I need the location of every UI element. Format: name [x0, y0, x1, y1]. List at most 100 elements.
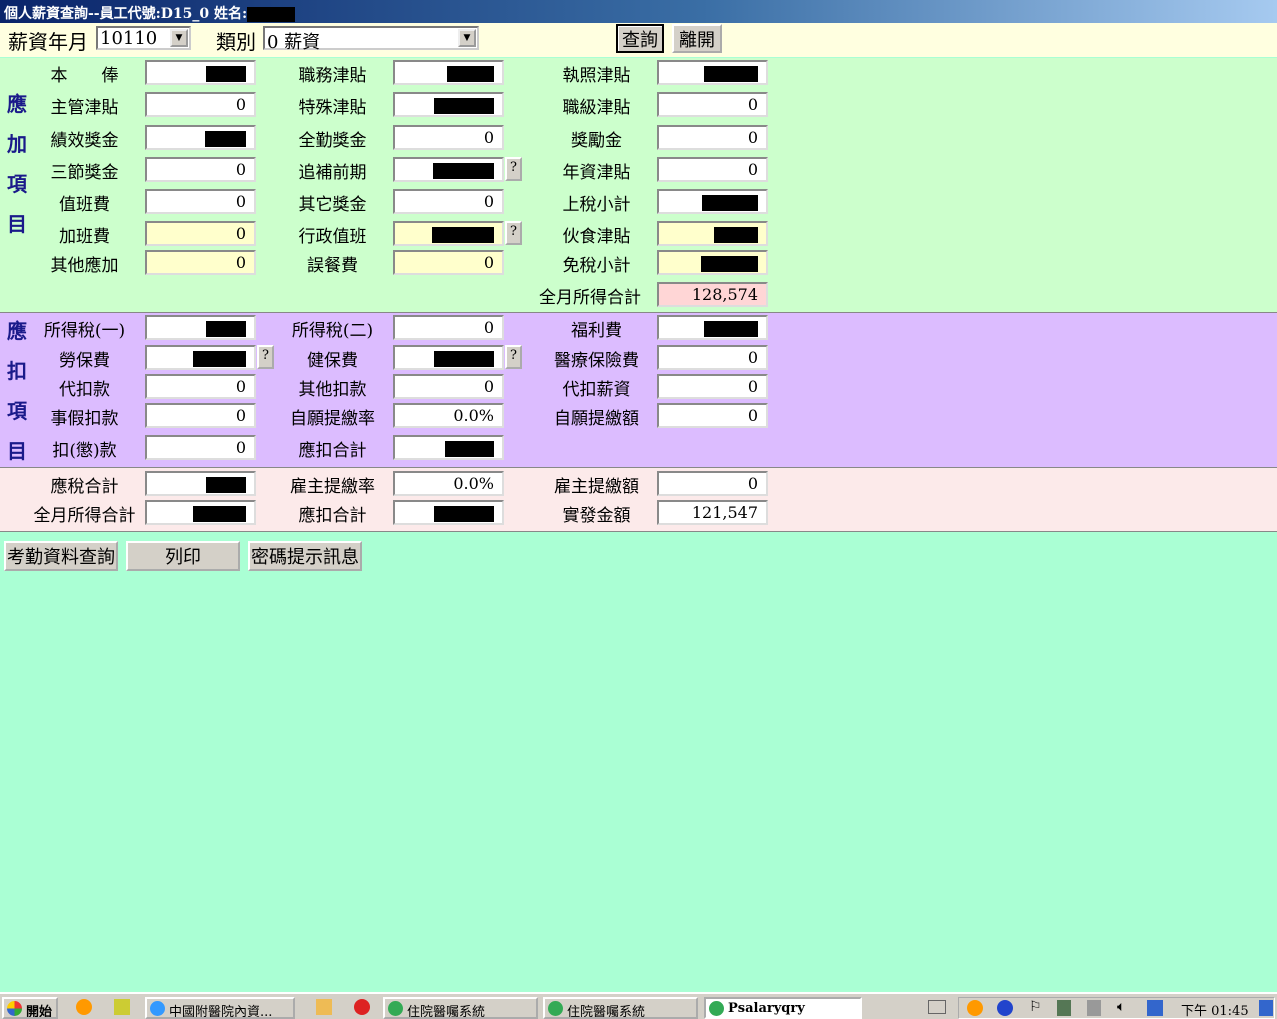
period-label: 薪資年月	[8, 30, 88, 54]
summary-field[interactable]	[393, 500, 504, 525]
earnings-field[interactable]: 0	[657, 125, 768, 150]
field-label: 獎勵金	[571, 131, 622, 151]
earnings-field[interactable]: 0	[657, 157, 768, 182]
field-label: 雇主提繳額	[554, 477, 639, 497]
field-value: 0	[483, 192, 494, 211]
deductions-field[interactable]	[145, 315, 256, 340]
deductions-field[interactable]: 0	[145, 403, 256, 428]
earnings-field[interactable]: 128,574	[657, 282, 768, 307]
earnings-field[interactable]	[393, 60, 504, 85]
deductions-field[interactable]: 0	[145, 435, 256, 460]
query-button[interactable]: 查詢	[616, 24, 664, 53]
task-label: 住院醫囑系統	[567, 1005, 646, 1019]
start-button[interactable]: 開始	[2, 997, 58, 1019]
taskbar: 開始 中國附醫院內資... 住院醫囑系統 住院醫囑系統 Psalaryqry ⚐…	[0, 992, 1277, 1019]
earnings-field[interactable]: 0	[393, 189, 504, 214]
password-hint-button[interactable]: 密碼提示訊息	[248, 541, 362, 571]
keyboard-icon[interactable]	[928, 1000, 946, 1014]
network-icon[interactable]	[1087, 1000, 1101, 1016]
ie-icon	[150, 1001, 165, 1016]
field-value: 0	[747, 160, 758, 179]
deductions-field[interactable]: 0	[393, 374, 504, 399]
deductions-field[interactable]: 0	[393, 315, 504, 340]
device-icon[interactable]	[1057, 1000, 1071, 1016]
help-button[interactable]: ?	[505, 221, 522, 245]
earnings-field[interactable]: 0	[145, 92, 256, 117]
deductions-field[interactable]: 0	[657, 403, 768, 428]
earnings-field[interactable]: 0	[145, 221, 256, 246]
help-button[interactable]: ?	[505, 345, 522, 369]
earnings-field[interactable]: 0	[145, 250, 256, 275]
network-monitor-icon[interactable]	[997, 1000, 1013, 1016]
summary-field[interactable]: 121,547	[657, 500, 768, 525]
messenger-tray-icon[interactable]	[967, 1000, 983, 1016]
field-label: 福利費	[571, 321, 622, 341]
earnings-field[interactable]: 0	[393, 125, 504, 150]
earnings-field[interactable]	[393, 92, 504, 117]
deductions-field[interactable]: 0	[657, 374, 768, 399]
earnings-field[interactable]	[657, 189, 768, 214]
earnings-field[interactable]	[657, 221, 768, 246]
field-value: 0	[747, 95, 758, 114]
field-value: 0	[235, 377, 246, 396]
earnings-field[interactable]: 0	[393, 250, 504, 275]
deductions-field[interactable]: 0	[657, 345, 768, 370]
heart-icon[interactable]	[354, 999, 370, 1015]
print-button[interactable]: 列印	[126, 541, 240, 571]
flag-icon[interactable]: ⚐	[1029, 999, 1042, 1015]
summary-field[interactable]	[145, 471, 256, 496]
period-select[interactable]: 10110 ▼	[96, 26, 191, 50]
summary-field[interactable]	[145, 500, 256, 525]
chevron-down-icon[interactable]: ▼	[458, 29, 476, 47]
chevron-down-icon[interactable]: ▼	[170, 29, 188, 47]
folder-icon[interactable]	[316, 999, 332, 1015]
volume-icon[interactable]: 🔈︎	[1117, 999, 1125, 1015]
divider	[0, 531, 1277, 532]
exit-button[interactable]: 離開	[672, 24, 722, 53]
taskbar-task-psalaryqry[interactable]: Psalaryqry	[704, 997, 862, 1019]
redacted-value	[434, 350, 494, 367]
deductions-field[interactable]	[393, 345, 504, 370]
redacted-name	[247, 6, 296, 22]
earnings-field[interactable]	[145, 125, 256, 150]
deductions-field[interactable]: 0.0%	[393, 403, 504, 428]
earnings-field[interactable]: 0	[657, 92, 768, 117]
field-label: 全月所得合計	[33, 506, 136, 526]
field-label: 加班費	[59, 227, 110, 247]
earnings-field[interactable]	[393, 221, 504, 246]
field-label: 特殊津貼	[298, 98, 367, 118]
period-value: 10110	[100, 28, 158, 49]
field-value: 0	[483, 128, 494, 147]
category-select[interactable]: 0 薪資 ▼	[263, 26, 479, 53]
redacted-value	[445, 440, 494, 457]
attendance-query-button[interactable]: 考勤資料查詢	[4, 541, 118, 571]
summary-field[interactable]: 0	[657, 471, 768, 496]
field-label: 年資津貼	[562, 163, 631, 183]
user-icon[interactable]	[114, 999, 130, 1015]
messenger-icon[interactable]	[76, 999, 92, 1015]
earnings-field[interactable]	[145, 60, 256, 85]
redacted-value	[433, 162, 494, 179]
deductions-field[interactable]	[145, 345, 256, 370]
earnings-field[interactable]	[657, 250, 768, 275]
deductions-field[interactable]	[393, 435, 504, 460]
show-desktop-icon[interactable]	[1259, 1000, 1273, 1016]
field-label: 扣(懲)款	[52, 441, 117, 461]
taskbar-task-orders-2[interactable]: 住院醫囑系統	[543, 997, 698, 1019]
security-icon[interactable]	[1147, 1000, 1163, 1016]
deductions-field[interactable]	[657, 315, 768, 340]
field-label: 自願提繳率	[290, 409, 375, 429]
help-button[interactable]: ?	[505, 157, 522, 181]
field-label: 全月所得合計	[539, 288, 641, 308]
earnings-field[interactable]	[393, 157, 504, 182]
redacted-value	[432, 226, 494, 243]
deductions-field[interactable]: 0	[145, 374, 256, 399]
summary-field[interactable]: 0.0%	[393, 471, 504, 496]
earnings-field[interactable]: 0	[145, 189, 256, 214]
taskbar-task-browser[interactable]: 中國附醫院內資...	[145, 997, 295, 1019]
system-tray: ⚐ 🔈︎ 下午 01:45	[958, 997, 1275, 1019]
app-icon	[709, 1001, 724, 1016]
earnings-field[interactable]	[657, 60, 768, 85]
taskbar-task-orders-1[interactable]: 住院醫囑系統	[383, 997, 538, 1019]
earnings-field[interactable]: 0	[145, 157, 256, 182]
